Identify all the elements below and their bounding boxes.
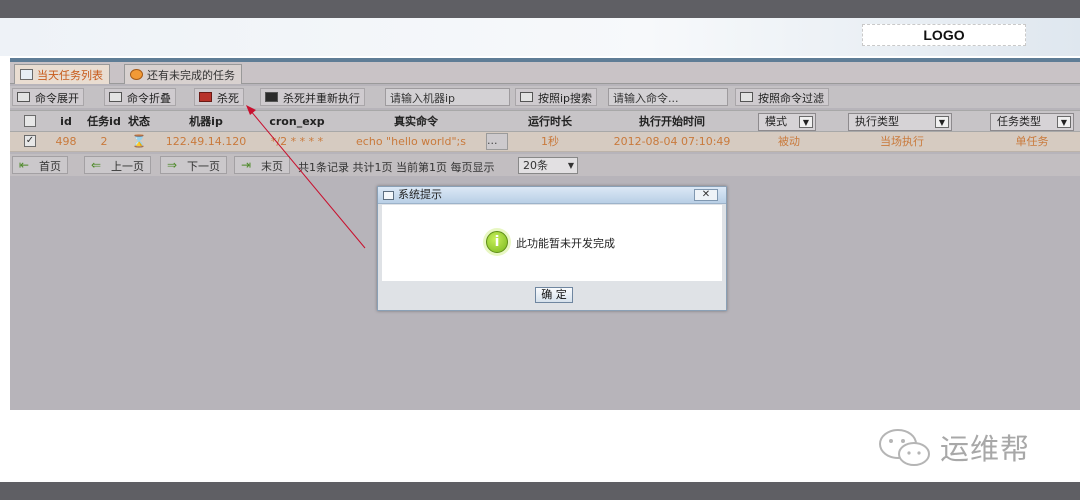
- tab-unfinished-tasks[interactable]: 还有未完成的任务: [124, 64, 242, 84]
- last-page-icon: ⇥: [241, 158, 252, 172]
- cell-mode: 被动: [778, 135, 800, 148]
- select-label: 模式: [765, 115, 787, 128]
- select-label: 执行类型: [855, 115, 899, 128]
- button-label: 杀死并重新执行: [283, 92, 360, 105]
- button-label: 末页: [261, 160, 283, 173]
- info-icon: i: [486, 231, 508, 253]
- window-icon: [383, 191, 394, 200]
- cell-status: ⌛: [124, 132, 154, 151]
- kill-button[interactable]: 杀死: [194, 88, 244, 106]
- select-all-checkbox[interactable]: [24, 115, 36, 127]
- chevron-down-icon: ▼: [935, 116, 949, 128]
- ok-button[interactable]: 确 定: [535, 287, 573, 303]
- expand-command-button[interactable]: 命令展开: [12, 88, 84, 106]
- filter-icon: [740, 92, 753, 102]
- select-all-cell: [12, 111, 48, 131]
- clock-icon: [130, 69, 143, 80]
- header-id[interactable]: id: [48, 111, 84, 131]
- tab-strip: 当天任务列表 还有未完成的任务: [10, 62, 1080, 84]
- cell-duration: 1秒: [541, 135, 559, 148]
- dialog-message: 此功能暂未开发完成: [516, 237, 615, 250]
- header-cron-exp[interactable]: cron_exp: [258, 111, 336, 131]
- tab-today-tasks[interactable]: 当天任务列表: [14, 64, 110, 84]
- task-type-filter-select[interactable]: 任务类型 ▼: [990, 113, 1074, 131]
- pager-summary: 共1条记录 共计1页 当前第1页 每页显示: [298, 161, 495, 174]
- machine-ip-input[interactable]: 请输入机器ip: [385, 88, 510, 106]
- dialog-title-bar[interactable]: 系统提示 ✕: [378, 187, 726, 204]
- button-label: 下一页: [187, 160, 220, 173]
- button-label: 上一页: [111, 160, 144, 173]
- cell-cron-exp: */2 * * * *: [270, 135, 324, 148]
- table-row[interactable]: ✓ 498 2 ⌛ 122.49.14.120 */2 * * * * echo…: [10, 132, 1080, 152]
- wechat-icon: [879, 429, 930, 466]
- mode-filter-select[interactable]: 模式 ▼: [758, 113, 816, 131]
- cell-real-command: echo "hello world";s: [356, 135, 466, 148]
- button-label: 命令展开: [35, 92, 79, 105]
- hourglass-icon: ⌛: [131, 134, 147, 148]
- page-size-select[interactable]: 20条 ▼: [518, 157, 578, 174]
- button-label: 按照ip搜索: [538, 92, 593, 105]
- cell-task-id: 2: [100, 135, 108, 148]
- chevron-down-icon: ▼: [799, 116, 813, 128]
- dialog-body: i 此功能暂未开发完成: [382, 205, 722, 281]
- header-machine-ip[interactable]: 机器ip: [154, 111, 258, 131]
- header-task-id[interactable]: 任务id: [84, 111, 124, 131]
- cell-id: 498: [55, 135, 77, 148]
- cell-task-type: 单任务: [1015, 135, 1049, 148]
- cell-exec-type: 当场执行: [880, 135, 924, 148]
- header-real-command[interactable]: 真实命令: [336, 111, 496, 131]
- close-button[interactable]: ✕: [694, 189, 718, 201]
- prev-page-button[interactable]: ⇐ 上一页: [84, 156, 151, 174]
- button-label: 杀死: [217, 92, 239, 105]
- filter-command-button[interactable]: 按照命令过滤: [735, 88, 829, 106]
- watermark-text: 运维帮: [940, 432, 1031, 466]
- command-input[interactable]: 请输入命令...: [608, 88, 728, 106]
- tab-label: 当天任务列表: [37, 69, 103, 82]
- button-label: 按照命令过滤: [758, 92, 824, 105]
- next-page-button[interactable]: ⇒ 下一页: [160, 156, 227, 174]
- command-more-button[interactable]: ...: [486, 133, 508, 150]
- cell-start-time: 2012-08-04 07:10:49: [613, 135, 731, 148]
- button-label: 首页: [39, 160, 61, 173]
- header-status[interactable]: 状态: [124, 111, 154, 131]
- top-bar: [0, 0, 1080, 18]
- header-duration[interactable]: 运行时长: [510, 111, 590, 131]
- arrow-left-icon: ⇐: [91, 158, 102, 172]
- chevron-down-icon: ▼: [1057, 116, 1071, 128]
- logo: LOGO: [862, 24, 1026, 46]
- header-start-time[interactable]: 执行开始时间: [592, 111, 752, 131]
- chevron-down-icon: ▼: [567, 161, 574, 170]
- first-page-icon: ⇤: [19, 158, 30, 172]
- select-label: 任务类型: [997, 115, 1041, 128]
- kill-icon: [199, 92, 212, 102]
- cell-machine-ip: 122.49.14.120: [165, 135, 247, 148]
- collapse-command-button[interactable]: 命令折叠: [104, 88, 176, 106]
- row-checkbox[interactable]: ✓: [24, 135, 36, 147]
- system-prompt-dialog: 系统提示 ✕ i 此功能暂未开发完成 确 定: [377, 186, 727, 311]
- list-icon: [20, 69, 33, 80]
- dialog-title: 系统提示: [398, 188, 442, 201]
- last-page-button[interactable]: ⇥ 末页: [234, 156, 290, 174]
- row-checkbox-cell: ✓: [12, 132, 48, 151]
- bottom-bar: [0, 482, 1080, 500]
- select-label: 20条: [523, 159, 548, 172]
- kill-restart-icon: [265, 92, 278, 102]
- button-label: 命令折叠: [127, 92, 171, 105]
- tab-label: 还有未完成的任务: [147, 69, 235, 82]
- arrow-right-icon: ⇒: [167, 158, 178, 172]
- pager: ⇤ 首页 ⇐ 上一页 ⇒ 下一页 ⇥ 末页 共1条记录 共计1页 当前第1页 每…: [10, 154, 1080, 176]
- kill-restart-button[interactable]: 杀死并重新执行: [260, 88, 365, 106]
- toolbar: 命令展开 命令折叠 杀死 杀死并重新执行 请输入机器ip 按照ip搜索 请输入命…: [10, 86, 1080, 108]
- search-icon: [520, 92, 533, 102]
- first-page-button[interactable]: ⇤ 首页: [12, 156, 68, 174]
- search-ip-button[interactable]: 按照ip搜索: [515, 88, 598, 106]
- grid-header: id 任务id 状态 机器ip cron_exp 真实命令 运行时长 执行开始时…: [10, 110, 1080, 132]
- expand-icon: [17, 92, 30, 102]
- collapse-icon: [109, 92, 122, 102]
- exec-type-filter-select[interactable]: 执行类型 ▼: [848, 113, 952, 131]
